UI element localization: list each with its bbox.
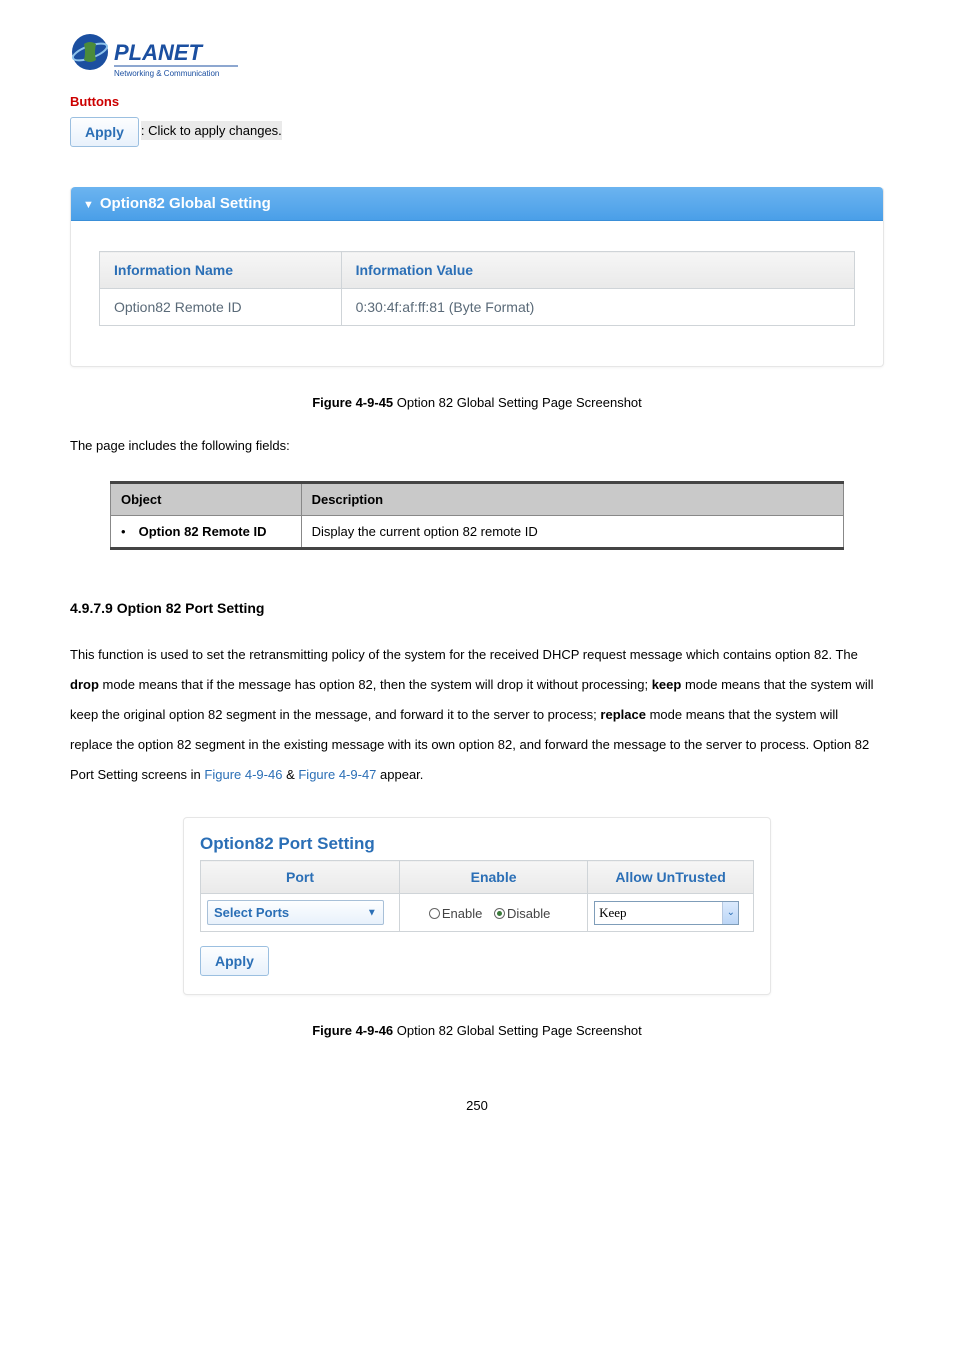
object-cell: • Option 82 Remote ID (111, 516, 302, 549)
table-row: Object Description (111, 483, 844, 516)
select-ports-dropdown[interactable]: Select Ports ▼ (207, 900, 384, 925)
desc-cell: Display the current option 82 remote ID (301, 516, 843, 549)
page-number: 250 (70, 1098, 884, 1113)
radio-disable-label: Disable (507, 906, 550, 921)
figure-label: Figure 4-9-46 (312, 1023, 393, 1038)
apply-button-example: Apply (70, 117, 139, 147)
svg-text:PLANET: PLANET (114, 40, 204, 65)
section-heading: 4.9.7.9 Option 82 Port Setting (70, 600, 884, 616)
bullet-icon: • (121, 524, 135, 539)
info-table: Information Name Information Value Optio… (99, 251, 855, 326)
panel-title: Option82 Global Setting (100, 195, 271, 212)
th-description: Description (301, 483, 843, 516)
desc-table-wrap: Object Description • Option 82 Remote ID… (110, 481, 844, 550)
row-value: 0:30:4f:af:ff:81 (Byte Format) (341, 289, 854, 326)
logo: PLANET Networking & Communication (70, 30, 884, 84)
chevron-down-icon: ▼ (83, 199, 94, 211)
figure-label: Figure 4-9-45 (312, 395, 393, 410)
row-name: Option82 Remote ID (100, 289, 342, 326)
th-info-value: Information Value (341, 252, 854, 289)
enable-cell: Enable Disable (400, 894, 588, 932)
radio-disable[interactable] (494, 908, 505, 919)
chevron-down-icon: ⌄ (722, 902, 738, 924)
port-table: Port Enable Allow UnTrusted Select Ports… (200, 860, 754, 932)
section-paragraph: This function is used to set the retrans… (70, 640, 884, 789)
allow-untrusted-select[interactable]: Keep ⌄ (594, 901, 739, 925)
figure-caption-46: Figure 4-9-46 Option 82 Global Setting P… (70, 1023, 884, 1038)
th-info-name: Information Name (100, 252, 342, 289)
panel-header[interactable]: ▼ Option82 Global Setting (71, 187, 883, 221)
figure-text: Option 82 Global Setting Page Screenshot (393, 1023, 642, 1038)
figure-link-46[interactable]: Figure 4-9-46 (204, 767, 282, 782)
chevron-down-icon: ▼ (367, 907, 377, 918)
table-row: Select Ports ▼ Enable Disable Keep ⌄ (201, 894, 754, 932)
apply-description: : Click to apply changes. (141, 121, 282, 140)
radio-enable-label: Enable (442, 906, 482, 921)
radio-enable[interactable] (429, 908, 440, 919)
figure-link-47[interactable]: Figure 4-9-47 (298, 767, 376, 782)
th-allow-untrusted: Allow UnTrusted (588, 861, 754, 894)
desc-table: Object Description • Option 82 Remote ID… (110, 481, 844, 550)
port-select-cell: Select Ports ▼ (201, 894, 400, 932)
table-row: Information Name Information Value (100, 252, 855, 289)
table-row: • Option 82 Remote ID Display the curren… (111, 516, 844, 549)
apply-row: Apply: Click to apply changes. (70, 117, 884, 147)
table-row: Option82 Remote ID 0:30:4f:af:ff:81 (Byt… (100, 289, 855, 326)
panel-body: Information Name Information Value Optio… (71, 221, 883, 366)
port-setting-panel: Option82 Port Setting Port Enable Allow … (183, 817, 771, 995)
option82-global-panel: ▼ Option82 Global Setting Information Nam… (70, 187, 884, 367)
th-port: Port (201, 861, 400, 894)
allow-untrusted-cell: Keep ⌄ (588, 894, 754, 932)
port-apply-row: Apply (200, 946, 754, 976)
enable-radio-group: Enable Disable (406, 905, 581, 921)
th-enable: Enable (400, 861, 588, 894)
table-row: Port Enable Allow UnTrusted (201, 861, 754, 894)
figure-caption-45: Figure 4-9-45 Option 82 Global Setting P… (70, 395, 884, 410)
port-setting-title: Option82 Port Setting (200, 834, 754, 854)
svg-text:Networking & Communication: Networking & Communication (114, 69, 219, 78)
buttons-heading: Buttons (70, 94, 884, 109)
planet-logo-svg: PLANET Networking & Communication (70, 30, 240, 84)
figure-text: Option 82 Global Setting Page Screenshot (393, 395, 642, 410)
fields-intro: The page includes the following fields: (70, 438, 884, 453)
th-object: Object (111, 483, 302, 516)
apply-button[interactable]: Apply (200, 946, 269, 976)
